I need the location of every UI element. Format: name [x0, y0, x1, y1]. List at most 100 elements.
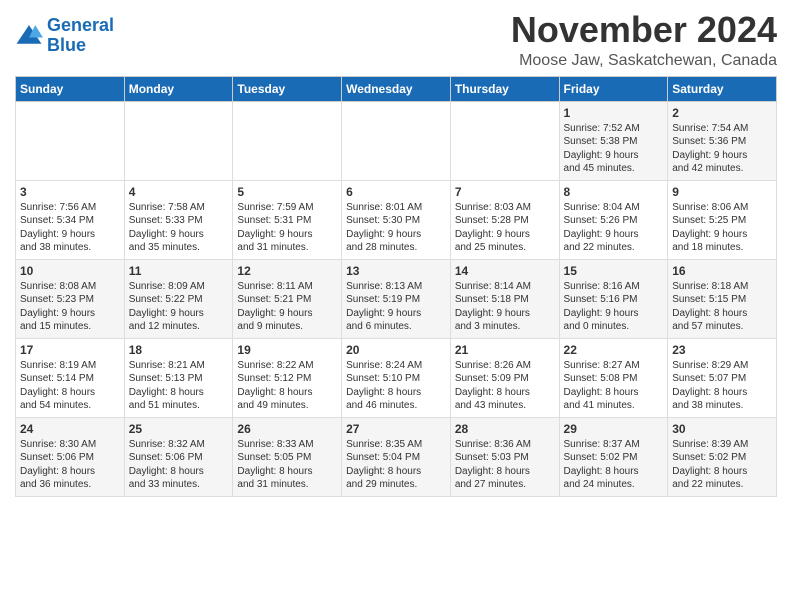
day-number: 17: [20, 343, 120, 357]
weekday-header-tuesday: Tuesday: [233, 76, 342, 101]
day-info: Sunrise: 8:06 AM Sunset: 5:25 PM Dayligh…: [672, 201, 772, 255]
calendar-cell: 26 Sunrise: 8:33 AM Sunset: 5:05 PM Dayli…: [233, 417, 342, 496]
weekday-header-thursday: Thursday: [450, 76, 559, 101]
calendar-cell: 13 Sunrise: 8:13 AM Sunset: 5:19 PM Dayli…: [342, 259, 451, 338]
day-number: 10: [20, 264, 120, 278]
calendar-cell: 18Sunrise: 8:21 AM Sunset: 5:13 PM Dayli…: [124, 338, 233, 417]
day-info: Sunrise: 8:19 AM Sunset: 5:14 PM Dayligh…: [20, 359, 120, 413]
calendar-table: SundayMondayTuesdayWednesdayThursdayFrid…: [15, 76, 777, 497]
logo-icon: [15, 22, 43, 50]
day-info: Sunrise: 7:52 AM Sunset: 5:38 PM Dayligh…: [564, 122, 664, 176]
calendar-cell: 14 Sunrise: 8:14 AM Sunset: 5:18 PM Dayli…: [450, 259, 559, 338]
calendar-cell: 25 Sunrise: 8:32 AM Sunset: 5:06 PM Dayli…: [124, 417, 233, 496]
calendar-cell: [16, 101, 125, 180]
day-info: Sunrise: 8:30 AM Sunset: 5:06 PM Dayligh…: [20, 438, 120, 492]
weekday-header-saturday: Saturday: [668, 76, 777, 101]
day-info: Sunrise: 7:56 AM Sunset: 5:34 PM Dayligh…: [20, 201, 120, 255]
calendar-week-row: 3 Sunrise: 7:56 AM Sunset: 5:34 PM Daylig…: [16, 180, 777, 259]
title-block: November 2024 Moose Jaw, Saskatchewan, C…: [511, 10, 777, 70]
logo-line1: General: [47, 15, 114, 35]
day-number: 3: [20, 185, 120, 199]
calendar-cell: 10 Sunrise: 8:08 AM Sunset: 5:23 PM Dayli…: [16, 259, 125, 338]
calendar-cell: 28 Sunrise: 8:36 AM Sunset: 5:03 PM Dayli…: [450, 417, 559, 496]
day-info: Sunrise: 8:36 AM Sunset: 5:03 PM Dayligh…: [455, 438, 555, 492]
calendar-cell: 2 Sunrise: 7:54 AM Sunset: 5:36 PM Daylig…: [668, 101, 777, 180]
calendar-cell: 22 Sunrise: 8:27 AM Sunset: 5:08 PM Dayli…: [559, 338, 668, 417]
day-number: 25: [129, 422, 229, 436]
logo-text: General Blue: [47, 16, 114, 56]
day-info: Sunrise: 8:13 AM Sunset: 5:19 PM Dayligh…: [346, 280, 446, 334]
day-info: Sunrise: 7:58 AM Sunset: 5:33 PM Dayligh…: [129, 201, 229, 255]
day-number: 29: [564, 422, 664, 436]
day-number: 1: [564, 106, 664, 120]
day-number: 26: [237, 422, 337, 436]
calendar-cell: 29Sunrise: 8:37 AM Sunset: 5:02 PM Dayli…: [559, 417, 668, 496]
calendar-cell: 30Sunrise: 8:39 AM Sunset: 5:02 PM Dayli…: [668, 417, 777, 496]
calendar-cell: 27 Sunrise: 8:35 AM Sunset: 5:04 PM Dayli…: [342, 417, 451, 496]
day-info: Sunrise: 8:32 AM Sunset: 5:06 PM Dayligh…: [129, 438, 229, 492]
weekday-header-monday: Monday: [124, 76, 233, 101]
calendar-cell: 17 Sunrise: 8:19 AM Sunset: 5:14 PM Dayli…: [16, 338, 125, 417]
day-info: Sunrise: 8:18 AM Sunset: 5:15 PM Dayligh…: [672, 280, 772, 334]
calendar-cell: 24Sunrise: 8:30 AM Sunset: 5:06 PM Dayli…: [16, 417, 125, 496]
calendar-week-row: 10 Sunrise: 8:08 AM Sunset: 5:23 PM Dayli…: [16, 259, 777, 338]
day-info: Sunrise: 8:27 AM Sunset: 5:08 PM Dayligh…: [564, 359, 664, 413]
day-number: 28: [455, 422, 555, 436]
day-info: Sunrise: 8:29 AM Sunset: 5:07 PM Dayligh…: [672, 359, 772, 413]
calendar-cell: [233, 101, 342, 180]
calendar-cell: 19 Sunrise: 8:22 AM Sunset: 5:12 PM Dayli…: [233, 338, 342, 417]
header: General Blue November 2024 Moose Jaw, Sa…: [15, 10, 777, 70]
logo: General Blue: [15, 16, 114, 56]
day-info: Sunrise: 8:24 AM Sunset: 5:10 PM Dayligh…: [346, 359, 446, 413]
calendar-cell: 21 Sunrise: 8:26 AM Sunset: 5:09 PM Dayli…: [450, 338, 559, 417]
calendar-cell: 3 Sunrise: 7:56 AM Sunset: 5:34 PM Daylig…: [16, 180, 125, 259]
day-number: 8: [564, 185, 664, 199]
day-number: 12: [237, 264, 337, 278]
weekday-header-friday: Friday: [559, 76, 668, 101]
day-info: Sunrise: 8:16 AM Sunset: 5:16 PM Dayligh…: [564, 280, 664, 334]
day-info: Sunrise: 8:11 AM Sunset: 5:21 PM Dayligh…: [237, 280, 337, 334]
day-number: 30: [672, 422, 772, 436]
calendar-cell: 11 Sunrise: 8:09 AM Sunset: 5:22 PM Dayli…: [124, 259, 233, 338]
calendar-cell: 1 Sunrise: 7:52 AM Sunset: 5:38 PM Daylig…: [559, 101, 668, 180]
month-title: November 2024: [511, 10, 777, 50]
calendar-cell: 4 Sunrise: 7:58 AM Sunset: 5:33 PM Daylig…: [124, 180, 233, 259]
day-info: Sunrise: 8:26 AM Sunset: 5:09 PM Dayligh…: [455, 359, 555, 413]
calendar-cell: 9Sunrise: 8:06 AM Sunset: 5:25 PM Daylig…: [668, 180, 777, 259]
day-info: Sunrise: 8:08 AM Sunset: 5:23 PM Dayligh…: [20, 280, 120, 334]
day-number: 22: [564, 343, 664, 357]
calendar-cell: 5Sunrise: 7:59 AM Sunset: 5:31 PM Daylig…: [233, 180, 342, 259]
day-number: 16: [672, 264, 772, 278]
day-info: Sunrise: 8:33 AM Sunset: 5:05 PM Dayligh…: [237, 438, 337, 492]
calendar-week-row: 17 Sunrise: 8:19 AM Sunset: 5:14 PM Dayli…: [16, 338, 777, 417]
day-info: Sunrise: 7:54 AM Sunset: 5:36 PM Dayligh…: [672, 122, 772, 176]
day-number: 11: [129, 264, 229, 278]
day-number: 4: [129, 185, 229, 199]
location-title: Moose Jaw, Saskatchewan, Canada: [511, 52, 777, 70]
day-number: 21: [455, 343, 555, 357]
day-number: 20: [346, 343, 446, 357]
day-info: Sunrise: 8:14 AM Sunset: 5:18 PM Dayligh…: [455, 280, 555, 334]
day-info: Sunrise: 8:35 AM Sunset: 5:04 PM Dayligh…: [346, 438, 446, 492]
day-info: Sunrise: 8:01 AM Sunset: 5:30 PM Dayligh…: [346, 201, 446, 255]
calendar-week-row: 1 Sunrise: 7:52 AM Sunset: 5:38 PM Daylig…: [16, 101, 777, 180]
day-number: 19: [237, 343, 337, 357]
day-number: 14: [455, 264, 555, 278]
day-number: 27: [346, 422, 446, 436]
calendar-cell: 8 Sunrise: 8:04 AM Sunset: 5:26 PM Daylig…: [559, 180, 668, 259]
calendar-cell: [124, 101, 233, 180]
calendar-cell: 16 Sunrise: 8:18 AM Sunset: 5:15 PM Dayli…: [668, 259, 777, 338]
day-number: 15: [564, 264, 664, 278]
calendar-cell: 20 Sunrise: 8:24 AM Sunset: 5:10 PM Dayli…: [342, 338, 451, 417]
day-info: Sunrise: 8:09 AM Sunset: 5:22 PM Dayligh…: [129, 280, 229, 334]
day-info: Sunrise: 8:04 AM Sunset: 5:26 PM Dayligh…: [564, 201, 664, 255]
day-number: 23: [672, 343, 772, 357]
calendar-cell: [342, 101, 451, 180]
day-number: 6: [346, 185, 446, 199]
calendar-cell: [450, 101, 559, 180]
day-info: Sunrise: 8:22 AM Sunset: 5:12 PM Dayligh…: [237, 359, 337, 413]
weekday-header-row: SundayMondayTuesdayWednesdayThursdayFrid…: [16, 76, 777, 101]
logo-line2: Blue: [47, 36, 114, 56]
day-number: 13: [346, 264, 446, 278]
day-number: 2: [672, 106, 772, 120]
